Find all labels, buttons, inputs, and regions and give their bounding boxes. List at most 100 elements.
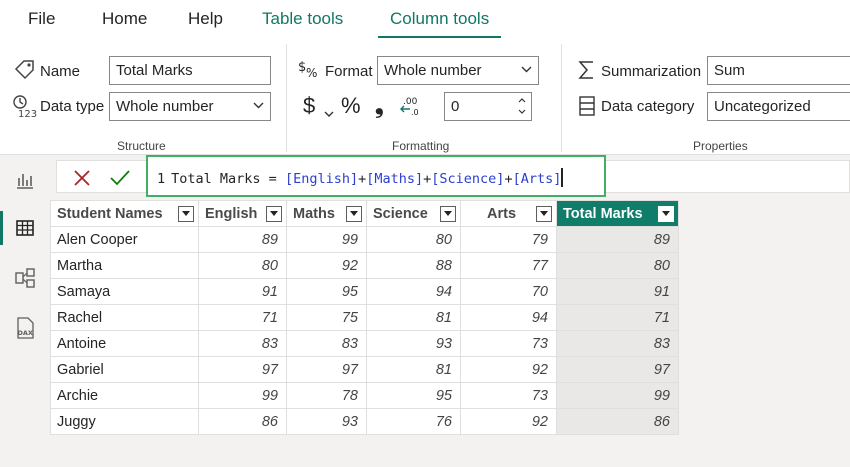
score-cell[interactable]: 83 bbox=[556, 330, 679, 357]
formula-prefix: Total Marks = bbox=[171, 171, 285, 187]
score-cell[interactable]: 73 bbox=[460, 330, 557, 357]
percent-button[interactable]: % bbox=[341, 93, 361, 119]
commit-formula-button[interactable] bbox=[107, 165, 133, 191]
student-name-cell[interactable]: Gabriel bbox=[50, 356, 199, 383]
column-header-arts[interactable]: Arts bbox=[460, 200, 557, 227]
data-type-select[interactable]: Whole number bbox=[109, 92, 271, 121]
score-cell[interactable]: 97 bbox=[286, 356, 367, 383]
student-name-cell[interactable]: Rachel bbox=[50, 304, 199, 331]
score-cell[interactable]: 95 bbox=[286, 278, 367, 305]
comma-button[interactable]: ❟ bbox=[375, 93, 384, 119]
score-cell[interactable]: 79 bbox=[460, 226, 557, 253]
student-name-cell[interactable]: Martha bbox=[50, 252, 199, 279]
decrease-decimal-icon[interactable]: .00.0 bbox=[398, 94, 422, 123]
chevron-down-icon[interactable] bbox=[324, 105, 334, 123]
score-cell[interactable]: 91 bbox=[556, 278, 679, 305]
filter-dropdown-icon[interactable] bbox=[266, 206, 282, 222]
score-cell[interactable]: 76 bbox=[366, 408, 461, 435]
student-name-cell[interactable]: Samaya bbox=[50, 278, 199, 305]
sigma-icon bbox=[578, 60, 596, 85]
score-cell[interactable]: 88 bbox=[366, 252, 461, 279]
formula-editor[interactable]: 1 Total Marks = [English]+[Maths]+[Scienc… bbox=[146, 155, 606, 197]
filter-dropdown-icon[interactable] bbox=[440, 206, 456, 222]
score-cell[interactable]: 81 bbox=[366, 356, 461, 383]
dax-icon: DAX bbox=[17, 317, 34, 339]
score-cell[interactable]: 86 bbox=[556, 408, 679, 435]
currency-button[interactable]: $ bbox=[303, 93, 315, 119]
column-header-english[interactable]: English bbox=[198, 200, 287, 227]
score-cell[interactable]: 89 bbox=[556, 226, 679, 253]
score-cell[interactable]: 77 bbox=[460, 252, 557, 279]
score-cell[interactable]: 99 bbox=[556, 382, 679, 409]
score-cell[interactable]: 78 bbox=[286, 382, 367, 409]
table-view-button[interactable] bbox=[0, 205, 50, 251]
properties-group-title: Properties bbox=[693, 139, 748, 153]
summarization-select[interactable]: Sum bbox=[707, 56, 850, 85]
score-cell[interactable]: 95 bbox=[366, 382, 461, 409]
score-cell[interactable]: 80 bbox=[366, 226, 461, 253]
score-cell[interactable]: 83 bbox=[286, 330, 367, 357]
column-header-label: Science bbox=[373, 205, 428, 222]
ribbon: Name Total Marks 123 Data type Whole num… bbox=[0, 38, 850, 155]
score-cell[interactable]: 91 bbox=[198, 278, 287, 305]
student-name-cell[interactable]: Alen Cooper bbox=[50, 226, 199, 253]
data-type-value: Whole number bbox=[116, 98, 214, 115]
filter-dropdown-icon[interactable] bbox=[536, 206, 552, 222]
score-cell[interactable]: 70 bbox=[460, 278, 557, 305]
column-header-science[interactable]: Science bbox=[366, 200, 461, 227]
score-cell[interactable]: 97 bbox=[198, 356, 287, 383]
format-icon: $% bbox=[298, 58, 322, 85]
score-cell[interactable]: 92 bbox=[460, 356, 557, 383]
score-cell[interactable]: 80 bbox=[556, 252, 679, 279]
filter-dropdown-icon[interactable] bbox=[658, 206, 674, 222]
score-cell[interactable]: 99 bbox=[198, 382, 287, 409]
score-cell[interactable]: 71 bbox=[198, 304, 287, 331]
table-row: Antoine 83 83 93 73 83 bbox=[50, 330, 679, 357]
model-icon bbox=[15, 268, 35, 288]
text-caret bbox=[561, 168, 564, 187]
score-cell[interactable]: 92 bbox=[460, 408, 557, 435]
score-cell[interactable]: 71 bbox=[556, 304, 679, 331]
data-type-label: Data type bbox=[40, 98, 105, 115]
score-cell[interactable]: 94 bbox=[460, 304, 557, 331]
score-cell[interactable]: 93 bbox=[286, 408, 367, 435]
score-cell[interactable]: 99 bbox=[286, 226, 367, 253]
student-name-cell[interactable]: Antoine bbox=[50, 330, 199, 357]
data-category-select[interactable]: Uncategorized bbox=[707, 92, 850, 121]
group-divider bbox=[286, 44, 287, 152]
filter-dropdown-icon[interactable] bbox=[178, 206, 194, 222]
decimal-places-value: 0 bbox=[451, 98, 460, 115]
format-select[interactable]: Whole number bbox=[377, 56, 539, 85]
dax-query-view-button[interactable]: DAX bbox=[0, 305, 50, 351]
column-header-label: Total Marks bbox=[563, 205, 643, 222]
tab-help[interactable]: Help bbox=[188, 9, 223, 29]
score-cell[interactable]: 73 bbox=[460, 382, 557, 409]
name-input[interactable]: Total Marks bbox=[109, 56, 271, 85]
column-header-maths[interactable]: Maths bbox=[286, 200, 367, 227]
score-cell[interactable]: 93 bbox=[366, 330, 461, 357]
score-cell[interactable]: 80 bbox=[198, 252, 287, 279]
score-cell[interactable]: 89 bbox=[198, 226, 287, 253]
score-cell[interactable]: 86 bbox=[198, 408, 287, 435]
cancel-formula-button[interactable] bbox=[69, 165, 95, 191]
column-header-total-marks[interactable]: Total Marks bbox=[556, 200, 679, 227]
score-cell[interactable]: 75 bbox=[286, 304, 367, 331]
score-cell[interactable]: 81 bbox=[366, 304, 461, 331]
column-header-student-names[interactable]: Student Names bbox=[50, 200, 199, 227]
header-row: Student Names English Maths Science Arts… bbox=[50, 200, 679, 227]
student-name-cell[interactable]: Juggy bbox=[50, 408, 199, 435]
spin-arrows[interactable] bbox=[517, 95, 527, 120]
score-cell[interactable]: 94 bbox=[366, 278, 461, 305]
tab-file[interactable]: File bbox=[28, 9, 55, 29]
score-cell[interactable]: 83 bbox=[198, 330, 287, 357]
report-view-button[interactable] bbox=[0, 157, 50, 203]
tab-home[interactable]: Home bbox=[102, 9, 147, 29]
student-name-cell[interactable]: Archie bbox=[50, 382, 199, 409]
tab-table-tools[interactable]: Table tools bbox=[262, 9, 343, 29]
tab-column-tools[interactable]: Column tools bbox=[377, 9, 502, 39]
filter-dropdown-icon[interactable] bbox=[346, 206, 362, 222]
score-cell[interactable]: 92 bbox=[286, 252, 367, 279]
score-cell[interactable]: 97 bbox=[556, 356, 679, 383]
model-view-button[interactable] bbox=[0, 255, 50, 301]
decimal-places-stepper[interactable]: 0 bbox=[444, 92, 532, 121]
